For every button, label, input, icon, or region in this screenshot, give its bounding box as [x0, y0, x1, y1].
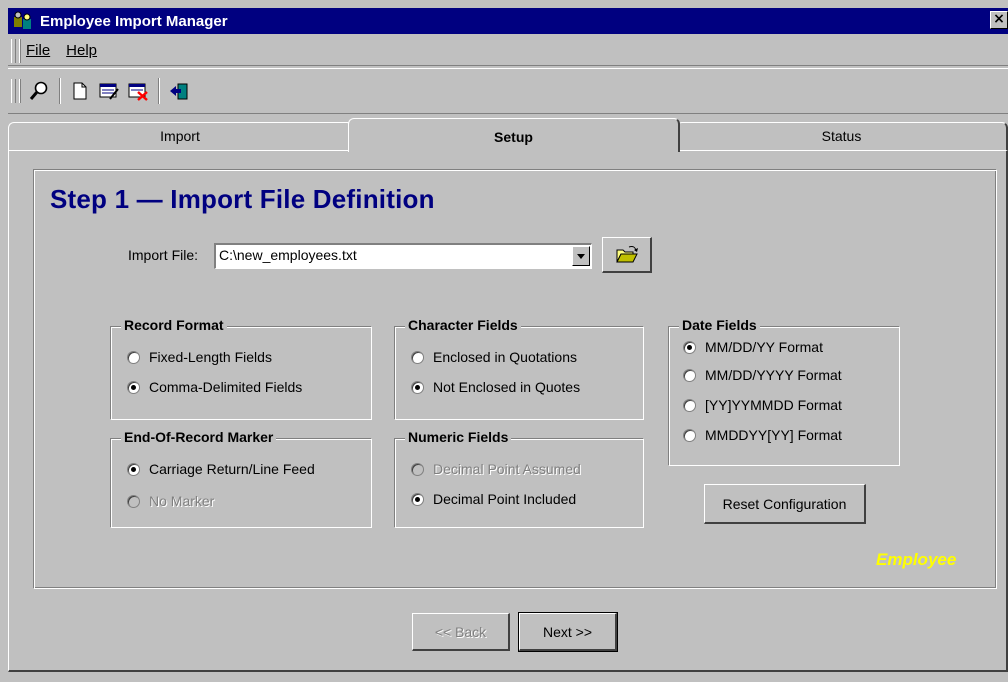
radio-button[interactable]	[411, 492, 424, 506]
radio-mmddyy[interactable]: MM/DD/YY Format	[683, 339, 823, 355]
radio-button[interactable]	[127, 462, 140, 476]
window-title: Employee Import Manager	[40, 12, 228, 30]
radio-button	[127, 494, 140, 508]
brand-text: Employee	[876, 550, 957, 569]
radio-button[interactable]	[683, 340, 696, 354]
numeric-fields-group: Numeric Fields Decimal Point Assumed Dec…	[394, 429, 644, 528]
character-fields-group: Character Fields Enclosed in Quotations …	[394, 317, 644, 420]
date-fields-group: Date Fields MM/DD/YY Format MM/DD/YYYY F…	[668, 317, 900, 466]
record-format-group: Record Format Fixed-Length Fields Comma-…	[110, 317, 372, 420]
radio-button	[411, 462, 424, 476]
new-document-icon[interactable]	[67, 78, 93, 104]
toolbar-separator	[158, 78, 160, 104]
radio-mmddyyyy[interactable]: MM/DD/YYYY Format	[683, 367, 842, 383]
tab-setup[interactable]: Setup	[348, 118, 680, 152]
tab-import[interactable]: Import	[8, 122, 353, 150]
edit-records-icon[interactable]	[96, 78, 122, 104]
menu-bar: File Help	[8, 36, 1008, 66]
radio-fixed-length[interactable]: Fixed-Length Fields	[127, 349, 272, 365]
radio-crlf[interactable]: Carriage Return/Line Feed	[127, 461, 315, 477]
radio-button[interactable]	[127, 350, 140, 364]
radio-yyyymmdd[interactable]: [YY]YYMMDD Format	[683, 397, 842, 413]
date-fields-title: Date Fields	[679, 317, 760, 333]
import-file-value[interactable]: C:\new_employees.txt	[219, 247, 357, 263]
reset-configuration-button[interactable]: Reset Configuration	[704, 484, 866, 524]
import-file-combo[interactable]: C:\new_employees.txt	[214, 243, 592, 269]
back-button: << Back	[412, 613, 510, 651]
menu-help[interactable]: Help	[66, 42, 97, 59]
radio-no-marker: No Marker	[127, 493, 214, 509]
radio-button[interactable]	[127, 380, 140, 394]
character-fields-title: Character Fields	[405, 317, 521, 333]
radio-button[interactable]	[683, 398, 696, 412]
title-bar: Employee Import Manager ×	[8, 8, 1008, 34]
exit-icon[interactable]	[166, 78, 192, 104]
radio-button[interactable]	[683, 428, 696, 442]
next-button[interactable]: Next >>	[518, 612, 618, 652]
browse-button[interactable]	[602, 237, 652, 273]
search-icon[interactable]	[26, 78, 52, 104]
toolbar-separator	[59, 78, 61, 104]
step-title: Step 1 — Import File Definition	[50, 184, 435, 214]
end-of-record-title: End-Of-Record Marker	[121, 429, 277, 445]
radio-button[interactable]	[683, 368, 696, 382]
radio-button[interactable]	[411, 350, 424, 364]
radio-mmddyyyy-alt[interactable]: MMDDYY[YY] Format	[683, 427, 842, 443]
radio-comma-delimited[interactable]: Comma-Delimited Fields	[127, 379, 302, 395]
radio-button[interactable]	[411, 380, 424, 394]
radio-decimal-included[interactable]: Decimal Point Included	[411, 491, 576, 507]
delete-records-icon[interactable]	[125, 78, 151, 104]
app-window: Employee Import Manager × File Help Impo…	[0, 0, 1008, 682]
chevron-down-icon[interactable]	[572, 246, 590, 266]
menu-grip[interactable]	[11, 38, 16, 63]
menu-file[interactable]: File	[26, 42, 50, 59]
toolbar	[8, 68, 1008, 114]
radio-enclosed-quotes[interactable]: Enclosed in Quotations	[411, 349, 577, 365]
setup-frame: Step 1 — Import File Definition Import F…	[33, 169, 997, 589]
setup-panel: Step 1 — Import File Definition Import F…	[8, 150, 1008, 672]
numeric-fields-title: Numeric Fields	[405, 429, 512, 445]
end-of-record-group: End-Of-Record Marker Carriage Return/Lin…	[110, 429, 372, 528]
import-file-label: Import File:	[128, 247, 199, 263]
toolbar-grip[interactable]	[11, 79, 16, 103]
open-folder-icon	[615, 245, 638, 262]
radio-not-enclosed[interactable]: Not Enclosed in Quotes	[411, 379, 580, 395]
app-icon	[12, 11, 34, 31]
record-format-title: Record Format	[121, 317, 227, 333]
close-button[interactable]: ×	[990, 11, 1008, 29]
tab-status[interactable]: Status	[676, 122, 1008, 150]
radio-decimal-assumed: Decimal Point Assumed	[411, 461, 581, 477]
